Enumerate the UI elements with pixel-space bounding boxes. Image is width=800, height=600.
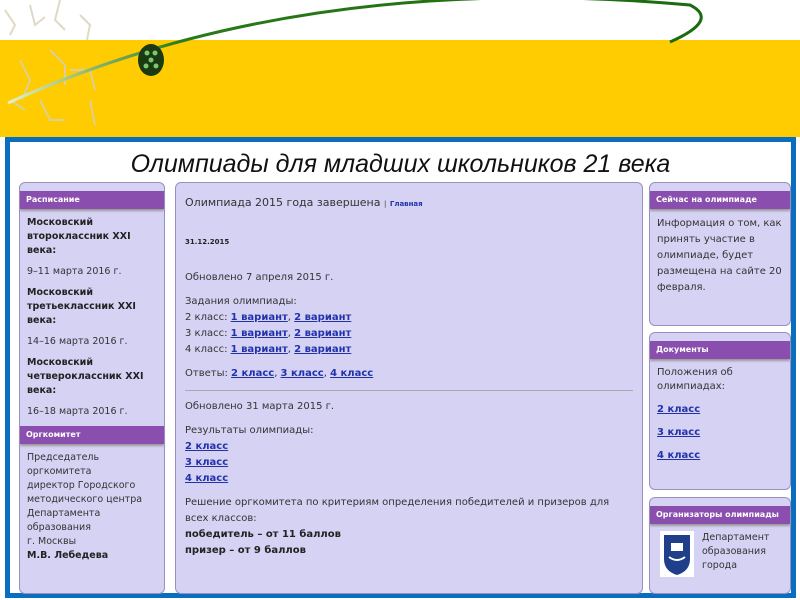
home-link[interactable]: Главная (390, 200, 423, 208)
updated-date: Обновлено 31 марта 2015 г. (185, 401, 335, 412)
grade-label: 2 класс: (185, 312, 228, 323)
schedule-dates: 16–18 марта 2016 г. (27, 406, 128, 417)
task-link[interactable]: 2 вариант (294, 312, 351, 323)
result-link[interactable]: 3 класс (185, 457, 228, 468)
tasks-row: 3 класс: 1 вариант, 2 вариант (185, 328, 352, 339)
prize-criteria: призер – от 9 баллов (185, 545, 306, 556)
grade-label: 4 класс: (185, 344, 228, 355)
answer-link[interactable]: 4 класс (330, 368, 373, 379)
updated-date: Обновлено 7 апреля 2015 г. (185, 272, 334, 283)
answers-label: Ответы: (185, 368, 228, 379)
committee-header: Оргкомитет (20, 426, 164, 444)
schedule-dates: 14–16 марта 2016 г. (27, 336, 128, 347)
answer-link[interactable]: 3 класс (281, 368, 324, 379)
documents-header: Документы (650, 341, 790, 359)
result-link[interactable]: 4 класс (185, 473, 228, 484)
separator: | (384, 200, 387, 208)
documents-box: Документы Положения об олимпиадах: 2 кла… (649, 332, 791, 490)
page-title: Олимпиады для младших школьников 21 века (130, 150, 671, 178)
committee-line: методического центра (27, 494, 143, 505)
news-date: 31.12.2015 (185, 238, 230, 246)
document-link[interactable]: 2 класс (657, 404, 700, 415)
decision-text: Решение оргкомитета по критериям определ… (185, 497, 610, 524)
schedule-dates: 9–11 марта 2016 г. (27, 266, 122, 277)
website-screenshot: Олимпиады для младших школьников 21 века… (5, 137, 796, 598)
committee-line: г. Москвы (27, 536, 77, 547)
grade-label: 3 класс: (185, 328, 228, 339)
organizers-box: Организаторы олимпиады Департамент образ… (649, 497, 791, 594)
left-sidebar: Расписание Московский второклассник XXI … (19, 182, 165, 594)
result-link[interactable]: 2 класс (185, 441, 228, 452)
documents-label: Положения об олимпиадах: (657, 367, 733, 392)
decorative-orbit (4, 0, 703, 126)
schedule-header: Расписание (20, 191, 164, 209)
committee-line: Председатель оргкомитета (27, 452, 100, 477)
committee-person: М.В. Лебедева (27, 550, 109, 561)
divider (185, 390, 633, 391)
schedule-event: Московский второклассник XXI века: (27, 217, 131, 256)
tasks-row: 4 класс: 1 вариант, 2 вариант (185, 344, 352, 355)
task-link[interactable]: 2 вариант (294, 344, 351, 355)
main-content: Олимпиада 2015 года завершена | Главная … (175, 182, 643, 594)
committee-line: Департамента образования (27, 508, 101, 533)
schedule-event: Московский четвероклассник XXI века: (27, 357, 144, 396)
results-label: Результаты олимпиады: (185, 425, 314, 436)
tasks-row: 2 класс: 1 вариант, 2 вариант (185, 312, 352, 323)
document-link[interactable]: 3 класс (657, 427, 700, 438)
task-link[interactable]: 1 вариант (231, 344, 288, 355)
now-text: Информация о том, как принять участие в … (657, 218, 782, 293)
organizer-name: Департамент образования города (702, 532, 770, 571)
organizers-header: Организаторы олимпиады (650, 506, 790, 524)
task-link[interactable]: 1 вариант (231, 312, 288, 323)
news-heading: Олимпиада 2015 года завершена (185, 196, 381, 209)
now-header: Сейчас на олимпиаде (650, 191, 790, 209)
answer-link[interactable]: 2 класс (231, 368, 274, 379)
now-box: Сейчас на олимпиаде Информация о том, ка… (649, 182, 791, 326)
answers-row: Ответы: 2 класс, 3 класс, 4 класс (185, 368, 374, 379)
tasks-label: Задания олимпиады: (185, 296, 297, 307)
task-link[interactable]: 2 вариант (294, 328, 351, 339)
document-link[interactable]: 4 класс (657, 450, 700, 461)
schedule-event: Московский третьеклассник XXI века: (27, 287, 136, 326)
winner-criteria: победитель – от 11 баллов (185, 529, 341, 540)
committee-line: директор Городского (27, 480, 136, 491)
department-emblem-icon (660, 531, 694, 577)
task-link[interactable]: 1 вариант (231, 328, 288, 339)
